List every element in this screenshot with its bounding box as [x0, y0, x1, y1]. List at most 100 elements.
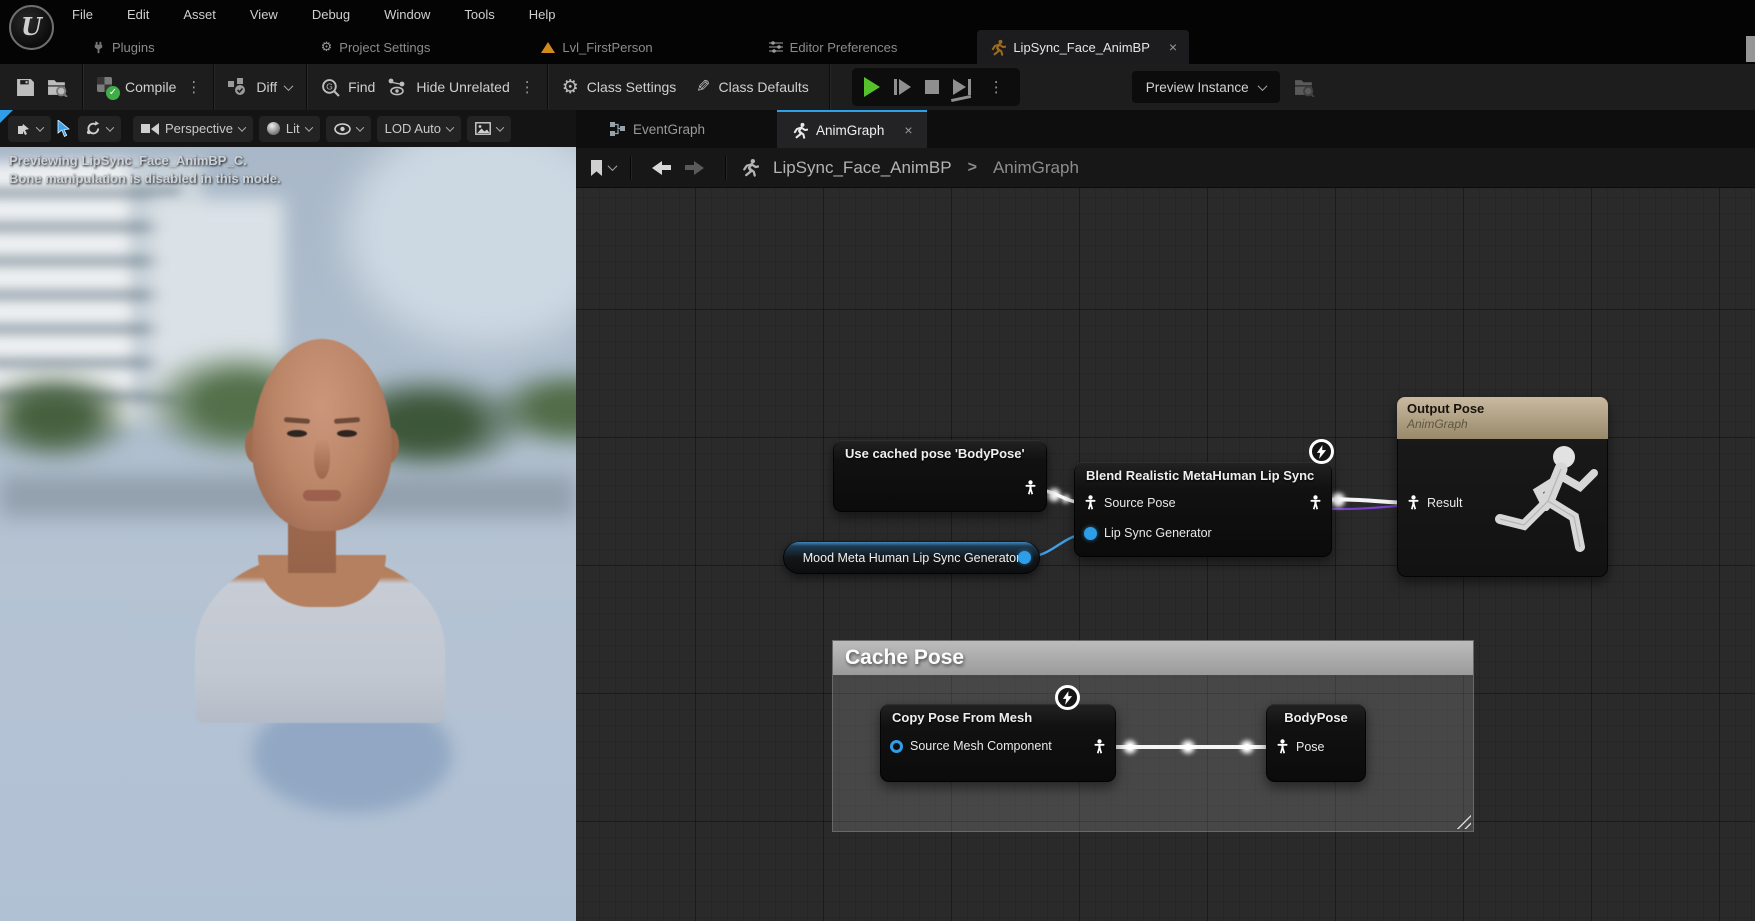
chevron-down-icon — [106, 123, 114, 131]
pose-pin-icon — [1407, 495, 1420, 510]
preview-instance-dropdown[interactable]: Preview Instance — [1132, 71, 1280, 103]
character-eye — [337, 430, 357, 437]
output-pose-header: Output Pose AnimGraph — [1397, 397, 1608, 439]
pin-pose-output[interactable] — [1024, 480, 1037, 495]
lit-dropdown[interactable]: Lit — [259, 116, 320, 142]
menu-window[interactable]: Window — [384, 7, 430, 22]
class-defaults-button[interactable]: ✎ Class Defaults — [690, 64, 815, 110]
tab-asset-active[interactable]: LipSync_Face_AnimBP × — [977, 30, 1189, 64]
possess-button[interactable] — [953, 79, 971, 95]
menu-help[interactable]: Help — [529, 7, 556, 22]
pin-source-mesh-component[interactable]: Source Mesh Component — [890, 739, 1052, 753]
mannequin-figure — [1480, 439, 1606, 571]
rotate-tool-button[interactable] — [78, 116, 121, 142]
chevron-down-icon — [284, 81, 294, 91]
object-pin-icon — [890, 740, 903, 753]
perspective-dropdown[interactable]: Perspective — [133, 116, 253, 142]
animgraph-runner-icon — [791, 122, 808, 139]
screenshot-button[interactable] — [467, 116, 511, 142]
eventgraph-icon — [610, 122, 625, 136]
docked-tab-edge[interactable] — [1746, 36, 1755, 62]
node-copy-pose-from-mesh[interactable]: Copy Pose From Mesh Source Mesh Componen… — [880, 704, 1116, 782]
breadcrumb-bar: LipSync_Face_AnimBP > AnimGraph — [576, 148, 1755, 188]
image-icon — [475, 122, 491, 135]
breadcrumb-root[interactable]: LipSync_Face_AnimBP — [773, 158, 952, 178]
play-button[interactable] — [864, 77, 880, 97]
play-options-button[interactable]: ⋮ — [985, 78, 1008, 96]
hide-unrelated-options-button[interactable]: ⋮ — [516, 78, 539, 96]
nav-back-button[interactable] — [645, 161, 671, 175]
divider — [630, 156, 631, 180]
menu-view[interactable]: View — [250, 7, 278, 22]
tab-project-settings[interactable]: ⚙ Project Settings — [313, 30, 439, 64]
menu-tools[interactable]: Tools — [464, 7, 494, 22]
menu-edit[interactable]: Edit — [127, 7, 149, 22]
plug-icon — [92, 41, 105, 54]
pose-pin-icon — [1276, 739, 1289, 754]
animgraph-canvas[interactable]: Cache Pose Use cached pose 'BodyPose' — [576, 188, 1755, 921]
nav-forward-button[interactable] — [685, 161, 711, 175]
compile-icon: ✓ — [97, 77, 117, 97]
menu-debug[interactable]: Debug — [312, 7, 350, 22]
pose-pin-icon — [1093, 739, 1106, 754]
chevron-down-icon — [1257, 81, 1267, 91]
object-pin-icon[interactable] — [1018, 551, 1031, 564]
camera-icon — [141, 123, 159, 135]
frame-skip-button[interactable] — [894, 79, 911, 95]
pin-pose-output[interactable] — [1093, 739, 1106, 754]
save-button[interactable] — [10, 64, 41, 110]
viewport-focus-corner — [0, 110, 13, 123]
unreal-logo-icon[interactable]: U — [9, 5, 54, 50]
tab-editor-preferences[interactable]: Editor Preferences — [761, 30, 906, 64]
compile-button[interactable]: ✓ Compile — [91, 64, 182, 110]
toolbar-divider — [213, 64, 214, 110]
lod-dropdown[interactable]: LOD Auto — [377, 116, 461, 142]
node-mood-generator-variable[interactable]: Mood Meta Human Lip Sync Generator — [783, 541, 1040, 574]
close-icon[interactable]: × — [904, 122, 912, 138]
pin-source-pose[interactable]: Source Pose — [1084, 495, 1176, 510]
chevron-down-icon — [304, 123, 312, 131]
tab-eventgraph[interactable]: EventGraph — [596, 110, 719, 148]
breadcrumb-current[interactable]: AnimGraph — [993, 158, 1079, 178]
node-blend-metahuman-lipsync[interactable]: Blend Realistic MetaHuman Lip Sync Sourc… — [1074, 462, 1332, 557]
node-output-pose[interactable]: Output Pose AnimGraph — [1397, 397, 1608, 577]
preview-3d-scene[interactable]: Previewing LipSync_Face_AnimBP_C. Bone m… — [0, 147, 576, 921]
select-tool-cursor-icon[interactable] — [57, 120, 72, 137]
browse-button[interactable] — [41, 64, 74, 110]
fast-path-lightning-icon — [1055, 685, 1080, 710]
show-flags-button[interactable] — [326, 116, 371, 142]
pin-lip-sync-generator[interactable]: Lip Sync Generator — [1084, 526, 1212, 540]
diff-icon — [228, 78, 248, 96]
menubar: File Edit Asset View Debug Window Tools … — [72, 0, 556, 29]
pin-pose-output[interactable] — [1309, 495, 1322, 510]
graph-pane: EventGraph AnimGraph × — [576, 110, 1755, 921]
chevron-down-icon — [496, 123, 504, 131]
viewport-options-button[interactable] — [8, 116, 51, 142]
gizmo-icon — [16, 122, 31, 136]
menu-file[interactable]: File — [72, 7, 93, 22]
eye-icon — [334, 123, 351, 135]
browse-debug-icon[interactable] — [1294, 78, 1315, 97]
tab-plugins[interactable]: Plugins — [84, 30, 163, 64]
tab-animgraph[interactable]: AnimGraph × — [777, 110, 926, 148]
bookmark-dropdown[interactable] — [590, 160, 616, 176]
node-bodypose-cache[interactable]: BodyPose Pose — [1266, 704, 1366, 782]
hide-unrelated-button[interactable]: Hide Unrelated — [381, 64, 515, 110]
compile-options-button[interactable]: ⋮ — [182, 78, 205, 96]
chevron-down-icon — [36, 123, 44, 131]
preview-viewport-pane: Perspective Lit LOD Auto — [0, 110, 576, 921]
node-use-cached-pose[interactable]: Use cached pose 'BodyPose' — [833, 440, 1047, 512]
find-button[interactable]: G Find — [315, 64, 381, 110]
save-icon — [16, 78, 35, 97]
stop-button[interactable] — [925, 80, 939, 94]
pose-pin-icon — [1309, 495, 1322, 510]
tab-level[interactable]: Lvl_FirstPerson — [533, 30, 660, 64]
lit-sphere-icon — [267, 122, 280, 135]
pin-pose-input[interactable]: Pose — [1276, 739, 1325, 754]
asset-toolbar: ✓ Compile ⋮ Diff G Find Hide Unrelated ⋮… — [0, 64, 1755, 110]
menu-asset[interactable]: Asset — [183, 7, 216, 22]
class-settings-button[interactable]: ⚙ Class Settings — [556, 64, 683, 110]
pin-result[interactable]: Result — [1407, 495, 1462, 510]
diff-button[interactable]: Diff — [222, 64, 298, 110]
close-icon[interactable]: × — [1169, 39, 1177, 55]
